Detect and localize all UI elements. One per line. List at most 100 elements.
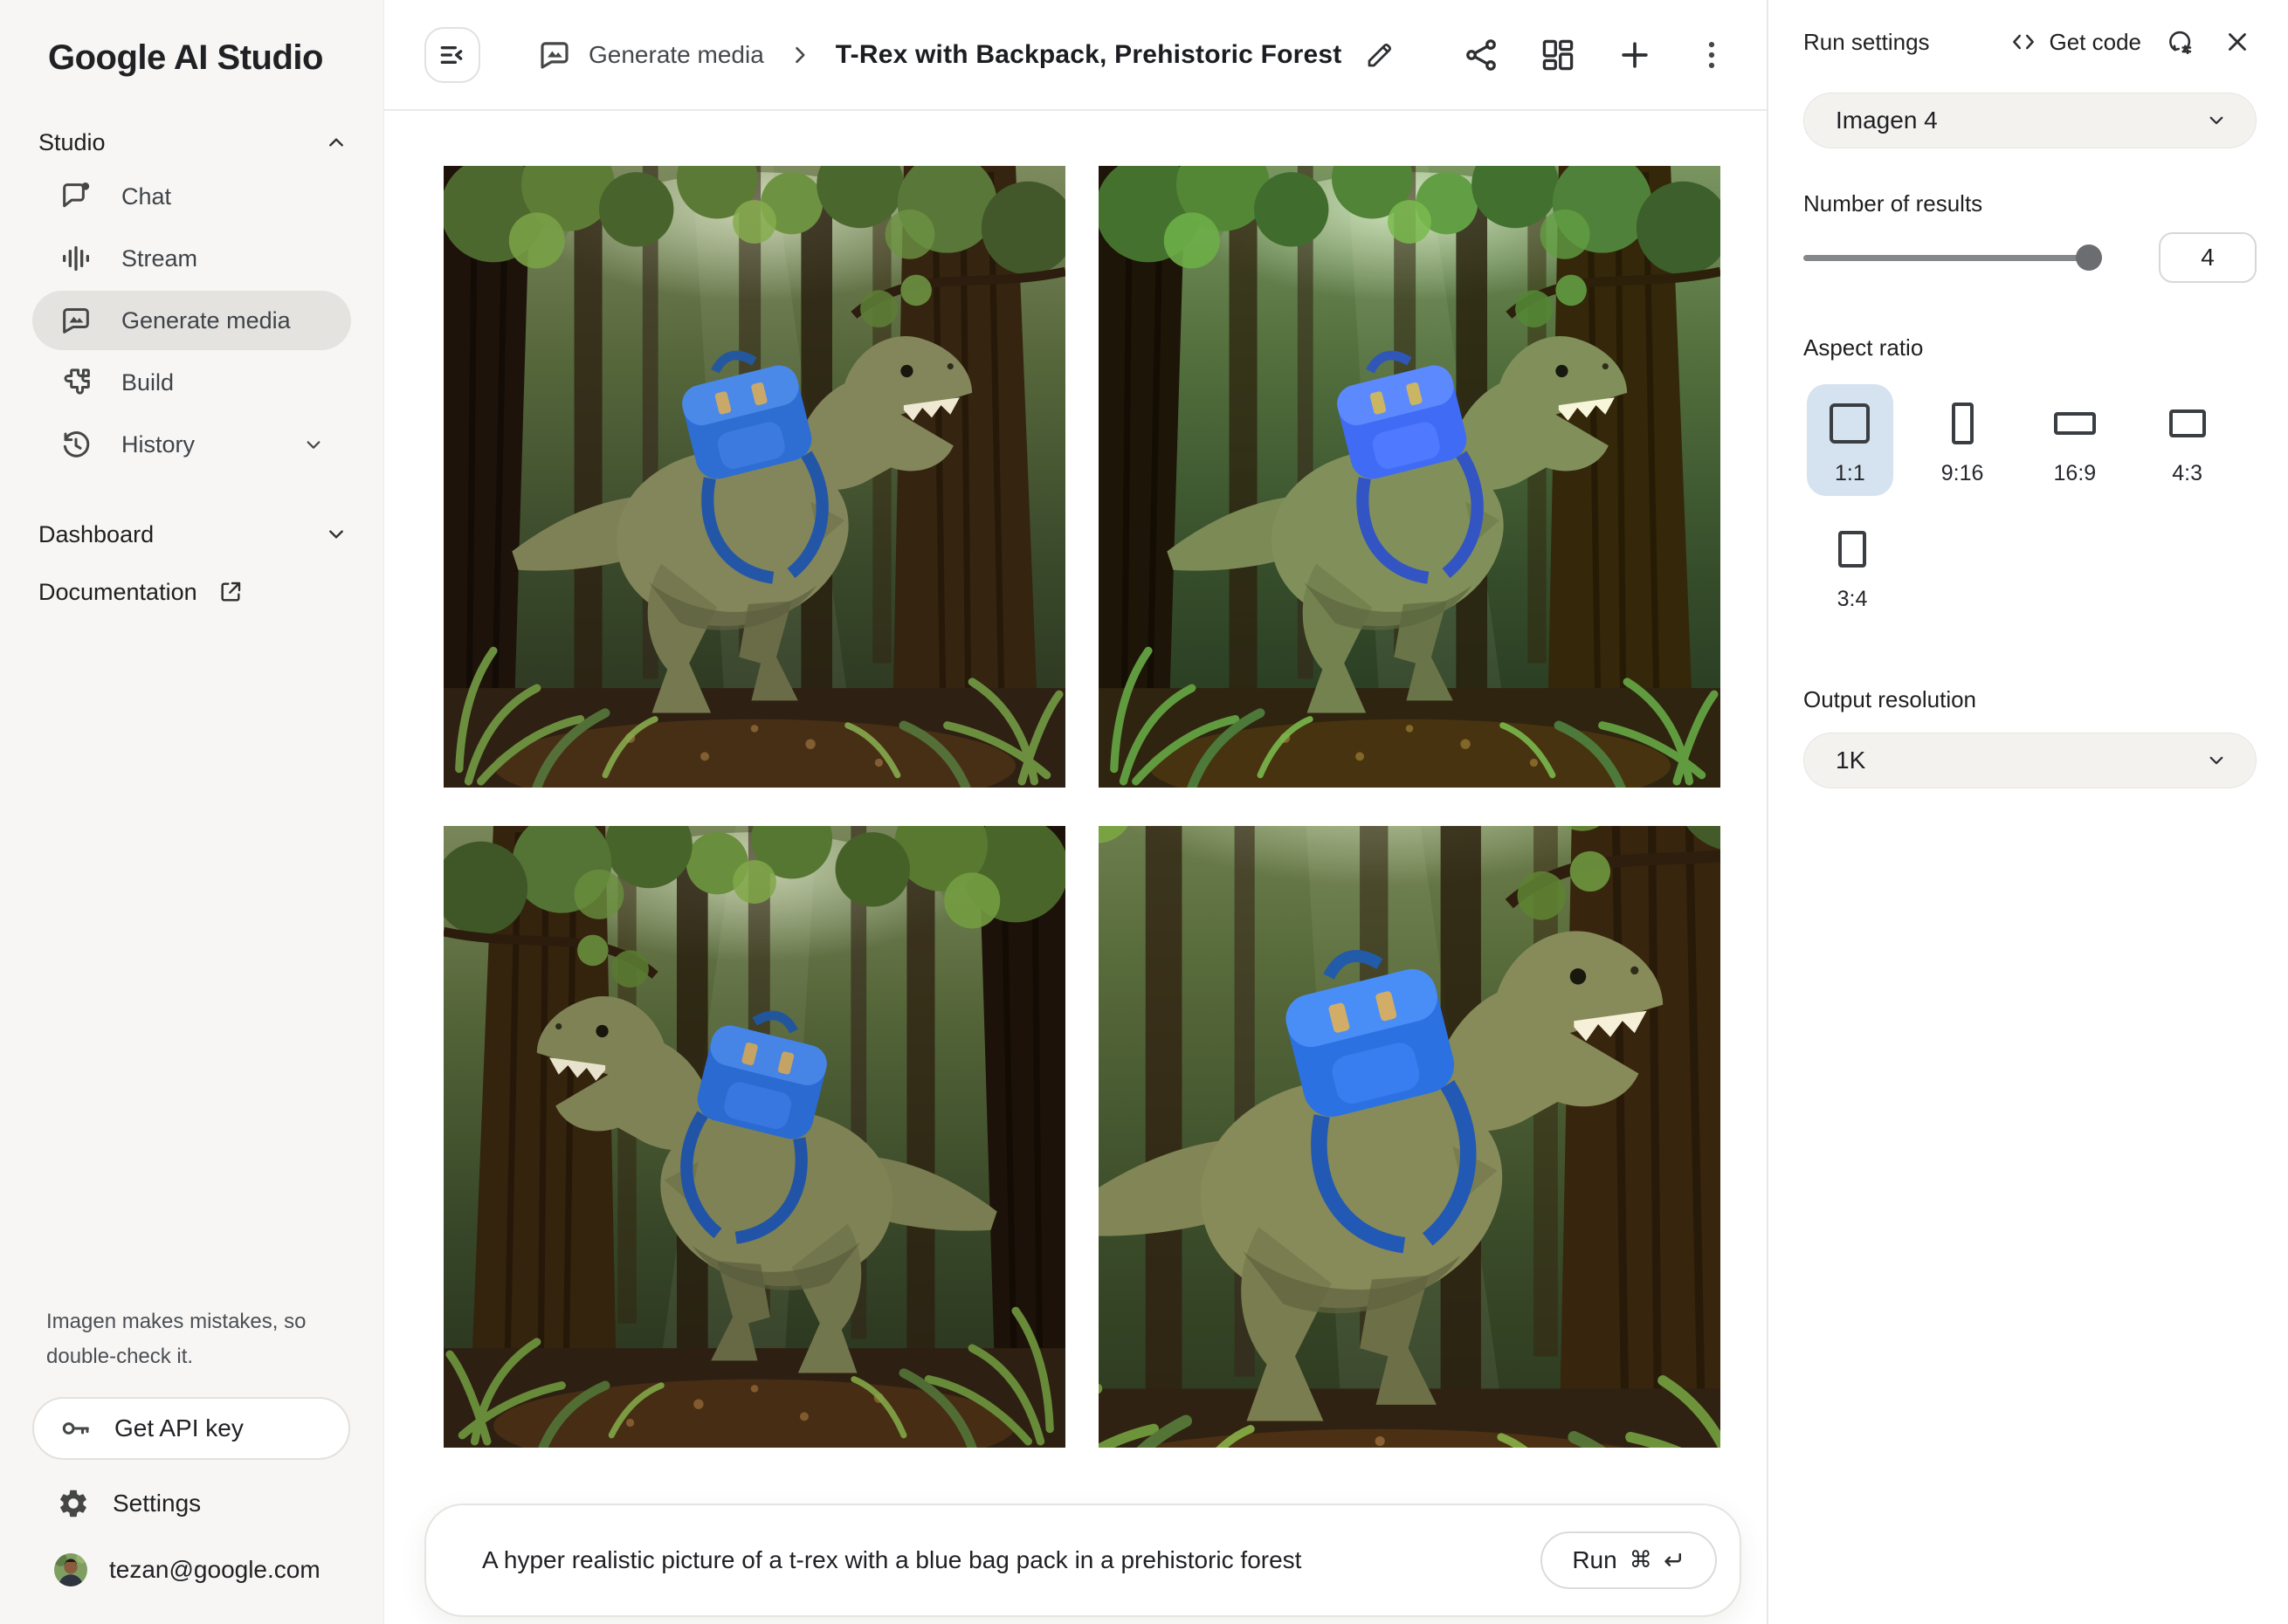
share-icon bbox=[1462, 36, 1500, 74]
settings-button[interactable]: Settings bbox=[32, 1477, 350, 1530]
sidebar-item-history[interactable]: History bbox=[32, 415, 351, 474]
sidebar-item-dashboard[interactable]: Dashboard bbox=[38, 506, 350, 563]
history-icon bbox=[59, 427, 93, 462]
key-icon bbox=[59, 1411, 93, 1446]
imagen-disclaimer: Imagen makes mistakes, so double-check i… bbox=[46, 1304, 334, 1374]
dashboard-grid-icon bbox=[1539, 36, 1577, 74]
chevron-down-icon bbox=[322, 520, 350, 548]
chevron-down-icon bbox=[2203, 747, 2229, 774]
studio-section-label: Studio bbox=[38, 129, 322, 156]
aspect-ratio-4-3[interactable]: 4:3 bbox=[2144, 384, 2230, 496]
cmd-key-icon: ⌘ bbox=[1630, 1547, 1652, 1573]
documentation-label: Documentation bbox=[38, 579, 197, 606]
generate-media-icon bbox=[536, 37, 573, 73]
external-link-icon bbox=[217, 578, 245, 606]
sidebar: Google AI Studio Studio Chat Stream bbox=[0, 0, 384, 1624]
run-button[interactable]: Run ⌘ bbox=[1540, 1531, 1717, 1589]
sidebar-section-studio[interactable]: Studio bbox=[38, 123, 350, 162]
logo-text: Google AI Studio bbox=[48, 38, 323, 77]
aspect-ratio-1-1[interactable]: 1:1 bbox=[1807, 384, 1893, 496]
close-panel-button[interactable] bbox=[2218, 23, 2257, 61]
edit-pencil-icon[interactable] bbox=[1364, 39, 1396, 71]
number-of-results-slider[interactable] bbox=[1803, 244, 2102, 272]
reset-settings-icon bbox=[2165, 27, 2195, 57]
aspect-ratio-16-9[interactable]: 16:9 bbox=[2032, 384, 2119, 496]
chevron-right-icon bbox=[785, 40, 815, 70]
sidebar-item-label: Stream bbox=[121, 245, 197, 272]
sidebar-item-build[interactable]: Build bbox=[32, 353, 351, 412]
google-ai-studio-app: Google AI Studio Studio Chat Stream bbox=[0, 0, 2288, 1624]
sidebar-item-label: Generate media bbox=[121, 307, 291, 334]
sidebar-item-label: History bbox=[121, 431, 195, 458]
aspect-ratio-option-label: 1:1 bbox=[1835, 461, 1865, 486]
collapse-sidebar-button[interactable] bbox=[424, 27, 480, 83]
close-icon bbox=[2223, 27, 2252, 57]
collapse-menu-icon bbox=[435, 38, 470, 72]
sidebar-item-documentation[interactable]: Documentation bbox=[38, 563, 350, 621]
more-options-button[interactable] bbox=[1686, 30, 1737, 80]
aspect-ratio-label: Aspect ratio bbox=[1803, 334, 2257, 361]
generated-image-3[interactable] bbox=[444, 826, 1065, 1448]
google-ai-studio-logo[interactable]: Google AI Studio bbox=[0, 0, 383, 78]
generated-images-grid bbox=[384, 111, 1767, 1624]
run-label: Run bbox=[1572, 1546, 1616, 1574]
new-prompt-button[interactable] bbox=[1609, 30, 1660, 80]
run-settings-header: Run settings Get code bbox=[1803, 0, 2257, 84]
aspect-ratio-9-16[interactable]: 9:16 bbox=[1919, 384, 2006, 496]
return-key-icon bbox=[1659, 1547, 1685, 1573]
sidebar-item-chat[interactable]: Chat bbox=[32, 167, 351, 226]
kebab-menu-icon bbox=[1692, 36, 1731, 74]
aspect-ratio-option-label: 9:16 bbox=[1941, 461, 1984, 486]
code-icon bbox=[2009, 27, 2038, 57]
sidebar-nav: Chat Stream Generate media Build bbox=[0, 167, 383, 474]
run-settings-title: Run settings bbox=[1803, 29, 2009, 56]
aspect-9-16-icon bbox=[1952, 403, 1974, 444]
aspect-ratio-option-label: 16:9 bbox=[2054, 461, 2097, 486]
get-api-key-button[interactable]: Get API key bbox=[32, 1397, 350, 1460]
sidebar-footer: Imagen makes mistakes, so double-check i… bbox=[0, 1304, 383, 1624]
prompt-bar: A hyper realistic picture of a t-rex wit… bbox=[424, 1504, 1741, 1617]
sidebar-item-stream[interactable]: Stream bbox=[32, 229, 351, 288]
aspect-1-1-icon bbox=[1830, 403, 1870, 444]
prompt-input[interactable]: A hyper realistic picture of a t-rex wit… bbox=[482, 1546, 1540, 1574]
account-button[interactable]: tezan@google.com bbox=[32, 1542, 350, 1598]
chevron-up-icon bbox=[322, 128, 350, 156]
puzzle-icon bbox=[59, 365, 93, 400]
slider-track[interactable] bbox=[1803, 255, 2102, 261]
get-api-key-label: Get API key bbox=[114, 1414, 244, 1442]
dashboard-label: Dashboard bbox=[38, 521, 154, 548]
generate-media-icon bbox=[59, 303, 93, 338]
breadcrumb-label: Generate media bbox=[589, 41, 764, 69]
reset-settings-button[interactable] bbox=[2161, 23, 2199, 61]
run-settings-panel: Run settings Get code Imagen 4 bbox=[1767, 0, 2288, 1624]
model-select[interactable]: Imagen 4 bbox=[1803, 93, 2257, 148]
generated-image-2[interactable] bbox=[1099, 166, 1720, 788]
aspect-ratio-3-4[interactable]: 3:4 bbox=[1807, 510, 1898, 622]
chevron-down-icon bbox=[2203, 107, 2229, 134]
generated-image-1[interactable] bbox=[444, 166, 1065, 788]
chat-icon bbox=[59, 179, 93, 214]
slider-thumb[interactable] bbox=[2076, 244, 2102, 271]
get-code-button[interactable]: Get code bbox=[2009, 27, 2141, 57]
aspect-3-4-icon bbox=[1838, 531, 1866, 568]
aspect-ratio-options: 1:1 9:16 16:9 4:3 bbox=[1807, 384, 2257, 496]
aspect-4-3-icon bbox=[2169, 409, 2206, 437]
output-resolution-select[interactable]: 1K bbox=[1803, 733, 2257, 788]
number-of-results-control: 4 bbox=[1803, 231, 2257, 284]
sidebar-item-label: Build bbox=[121, 369, 174, 396]
header-actions bbox=[1456, 0, 1737, 109]
sidebar-item-generate-media[interactable]: Generate media bbox=[32, 291, 351, 350]
generated-image-4[interactable] bbox=[1099, 826, 1720, 1448]
page-title: T-Rex with Backpack, Prehistoric Forest bbox=[836, 40, 1342, 70]
share-button[interactable] bbox=[1456, 30, 1506, 80]
number-of-results-value[interactable]: 4 bbox=[2159, 232, 2257, 283]
dashboard-view-button[interactable] bbox=[1533, 30, 1583, 80]
avatar bbox=[54, 1553, 87, 1586]
output-resolution-label: Output resolution bbox=[1803, 686, 2257, 713]
settings-label: Settings bbox=[113, 1490, 201, 1517]
aspect-ratio-option-label: 4:3 bbox=[2172, 461, 2202, 486]
main-content: Generate media T-Rex with Backpack, Preh… bbox=[384, 0, 1767, 1624]
chevron-down-icon bbox=[300, 431, 327, 458]
gear-icon bbox=[57, 1487, 90, 1520]
breadcrumb[interactable]: Generate media bbox=[536, 37, 764, 73]
